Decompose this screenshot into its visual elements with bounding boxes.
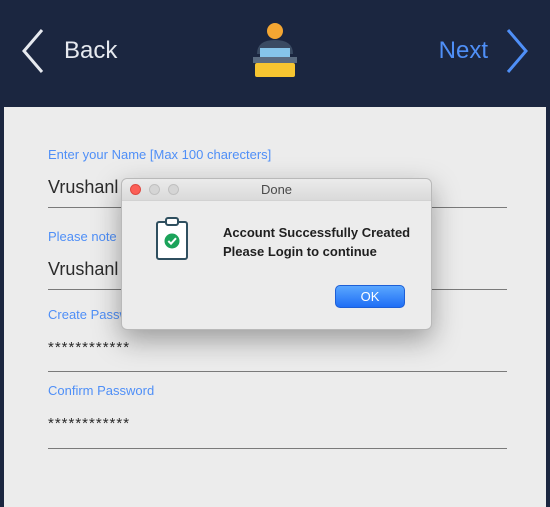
dialog-message-line2: Please Login to continue [223, 244, 377, 259]
confirm-password-label: Confirm Password [48, 383, 155, 398]
back-button[interactable]: Back [18, 26, 117, 76]
clipboard-check-icon [156, 217, 188, 260]
note-field-value[interactable]: Vrushanl [48, 259, 118, 280]
next-label: Next [438, 37, 488, 64]
dialog-titlebar: Done [122, 179, 431, 201]
back-label: Back [64, 37, 118, 64]
confirm-password-field[interactable]: Confirm Password ************ [48, 383, 507, 449]
create-password-value[interactable]: ************ [48, 339, 130, 356]
name-field-value[interactable]: Vrushanl [48, 177, 118, 198]
create-password-underline [48, 371, 507, 372]
header-bar: Back Next [0, 0, 550, 107]
ok-button[interactable]: OK [335, 285, 405, 308]
confirm-password-value[interactable]: ************ [48, 415, 130, 432]
chevron-left-icon [22, 29, 44, 73]
dialog-message: Account Successfully Created Please Logi… [223, 223, 410, 261]
user-at-laptop-icon [253, 23, 297, 77]
confirm-password-underline [48, 448, 507, 449]
success-dialog: Done Account Successfully Created Please… [121, 178, 432, 330]
name-field-label: Enter your Name [Max 100 charecters] [48, 147, 272, 162]
name-field[interactable]: Enter your Name [Max 100 charecters] Vru… [48, 147, 507, 208]
chevron-right-icon [506, 29, 528, 73]
dialog-message-line1: Account Successfully Created [223, 225, 411, 240]
dialog-title: Done [260, 182, 293, 197]
next-button[interactable]: Next [439, 26, 532, 76]
